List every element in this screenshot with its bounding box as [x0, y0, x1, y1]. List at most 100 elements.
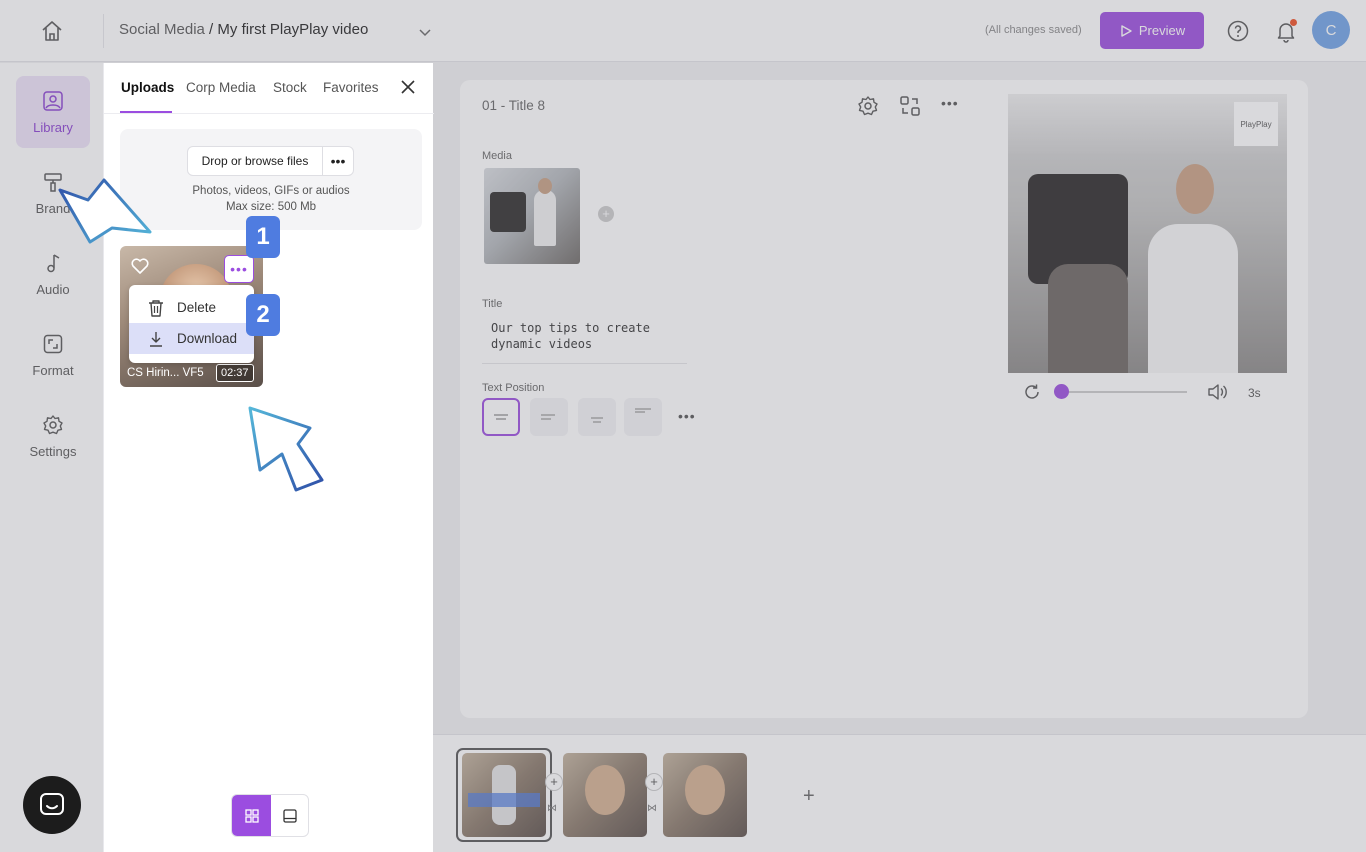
- gear-icon: [43, 414, 63, 434]
- nav-item-label: Format: [32, 362, 74, 378]
- nav-item-library[interactable]: Library: [16, 76, 90, 148]
- tutorial-arrow-lower: [248, 406, 324, 492]
- delete-label: Delete: [177, 300, 217, 315]
- help-icon: [1227, 20, 1249, 42]
- asset-more-button[interactable]: •••: [224, 255, 254, 283]
- chevron-down-icon: [419, 29, 431, 37]
- breadcrumb-parent[interactable]: Social Media: [119, 21, 205, 38]
- preview-logo: PlayPlay: [1234, 102, 1278, 146]
- tab-stock[interactable]: Stock: [273, 80, 307, 95]
- text-position-left[interactable]: [530, 398, 568, 436]
- heart-icon: [131, 258, 149, 274]
- library-tabs: Uploads Corp Media Stock Favorites: [104, 63, 434, 114]
- browse-files-button[interactable]: Drop or browse files: [187, 146, 323, 176]
- scrub-handle[interactable]: [1054, 384, 1069, 399]
- notifications-button[interactable]: [1274, 19, 1298, 43]
- preview-label: Preview: [1138, 23, 1186, 38]
- resize-icon: [43, 334, 63, 353]
- play-icon: [1121, 24, 1132, 37]
- image-icon: [43, 90, 63, 111]
- slide-more-button[interactable]: •••: [941, 95, 963, 117]
- top-bar-divider: [103, 14, 104, 48]
- timeline-slide[interactable]: [462, 753, 546, 837]
- home-button[interactable]: [38, 18, 66, 44]
- transition-icon[interactable]: ⋈: [547, 803, 557, 814]
- title-input[interactable]: Our top tips to create dynamic videos: [482, 320, 687, 364]
- gear-icon: [858, 96, 878, 116]
- video-preview[interactable]: PlayPlay: [1008, 94, 1287, 373]
- insert-slide-button[interactable]: +: [545, 773, 563, 791]
- chat-button[interactable]: [23, 776, 81, 834]
- project-menu-button[interactable]: [418, 25, 432, 37]
- upload-hint: Photos, videos, GIFs or audios: [192, 185, 350, 197]
- tab-corp-media[interactable]: Corp Media: [186, 80, 256, 95]
- nav-item-settings[interactable]: Settings: [16, 400, 90, 472]
- scrub-track[interactable]: [1060, 391, 1187, 393]
- grid-view-button[interactable]: [232, 795, 271, 836]
- title-line: dynamic videos: [491, 337, 593, 351]
- media-person-shape: [534, 190, 556, 246]
- active-tab-indicator: [120, 111, 172, 113]
- delete-menu-item[interactable]: Delete: [129, 292, 254, 323]
- list-view-icon: [283, 808, 297, 823]
- text-position-bottom[interactable]: [578, 398, 616, 436]
- user-avatar[interactable]: C: [1312, 11, 1350, 49]
- home-icon: [42, 21, 62, 41]
- timeline-slide[interactable]: [663, 753, 747, 837]
- chat-icon: [40, 793, 64, 815]
- nav-item-label: Library: [33, 119, 73, 135]
- download-menu-item[interactable]: Download: [129, 323, 254, 354]
- preview-button[interactable]: Preview: [1100, 12, 1204, 49]
- project-title[interactable]: Social Media / My first PlayPlay video: [119, 21, 368, 38]
- trash-icon: [149, 299, 163, 317]
- swap-layout-icon: [900, 96, 920, 116]
- title-label: Title: [482, 298, 503, 310]
- title-line: Our top tips to create: [491, 321, 650, 335]
- text-position-top[interactable]: [624, 398, 662, 436]
- asset-duration: 02:37: [216, 364, 254, 382]
- help-button[interactable]: [1226, 19, 1250, 43]
- upload-dropzone[interactable]: Drop or browse files ••• Photos, videos,…: [120, 129, 422, 230]
- download-label: Download: [177, 331, 238, 346]
- preview-camera-operator: [1048, 264, 1128, 373]
- replay-button[interactable]: [1023, 383, 1041, 401]
- download-icon: [150, 331, 162, 347]
- slide-media-thumbnail[interactable]: [484, 168, 580, 264]
- slide-caption: [468, 793, 540, 807]
- text-position-center[interactable]: [482, 398, 520, 436]
- slide-editor: 01 - Title 8 ••• Media + Title Our top t…: [460, 80, 1308, 718]
- align-center-icon: [494, 414, 508, 420]
- volume-icon: [1208, 384, 1227, 400]
- nav-item-format[interactable]: Format: [16, 319, 90, 391]
- volume-button[interactable]: [1207, 383, 1227, 401]
- nav-item-label: Audio: [36, 281, 70, 297]
- tab-uploads[interactable]: Uploads: [121, 80, 174, 95]
- favorite-button[interactable]: [130, 256, 150, 276]
- upload-options-button[interactable]: •••: [322, 146, 354, 176]
- add-slide-button[interactable]: +: [803, 785, 815, 808]
- asset-name: CS Hirin... VF5: [127, 367, 204, 379]
- swap-layout-button[interactable]: [899, 95, 921, 117]
- add-media-button[interactable]: +: [598, 206, 614, 222]
- top-bar: Social Media / My first PlayPlay video (…: [0, 0, 1366, 62]
- transition-icon[interactable]: ⋈: [647, 803, 657, 814]
- align-bottom-icon: [591, 417, 603, 423]
- text-position-more-button[interactable]: •••: [678, 408, 696, 424]
- tab-favorites[interactable]: Favorites: [323, 80, 379, 95]
- slide-thumbnail: [685, 765, 725, 815]
- close-library-button[interactable]: [399, 78, 417, 96]
- nav-item-label: Settings: [29, 443, 77, 459]
- media-person-head: [538, 178, 552, 194]
- timeline-slide[interactable]: [563, 753, 647, 837]
- slide-duration[interactable]: 3s: [1248, 386, 1261, 400]
- slide-thumbnail: [585, 765, 625, 815]
- list-view-button[interactable]: [271, 795, 308, 836]
- nav-item-audio[interactable]: Audio: [16, 238, 90, 310]
- insert-slide-button[interactable]: +: [645, 773, 663, 791]
- slide-settings-button[interactable]: [857, 95, 879, 117]
- save-status: (All changes saved): [985, 24, 1082, 36]
- project-name[interactable]: My first PlayPlay video: [217, 21, 368, 38]
- replay-icon: [1025, 384, 1039, 399]
- preview-presenter: [1148, 224, 1238, 373]
- music-note-icon: [47, 253, 60, 272]
